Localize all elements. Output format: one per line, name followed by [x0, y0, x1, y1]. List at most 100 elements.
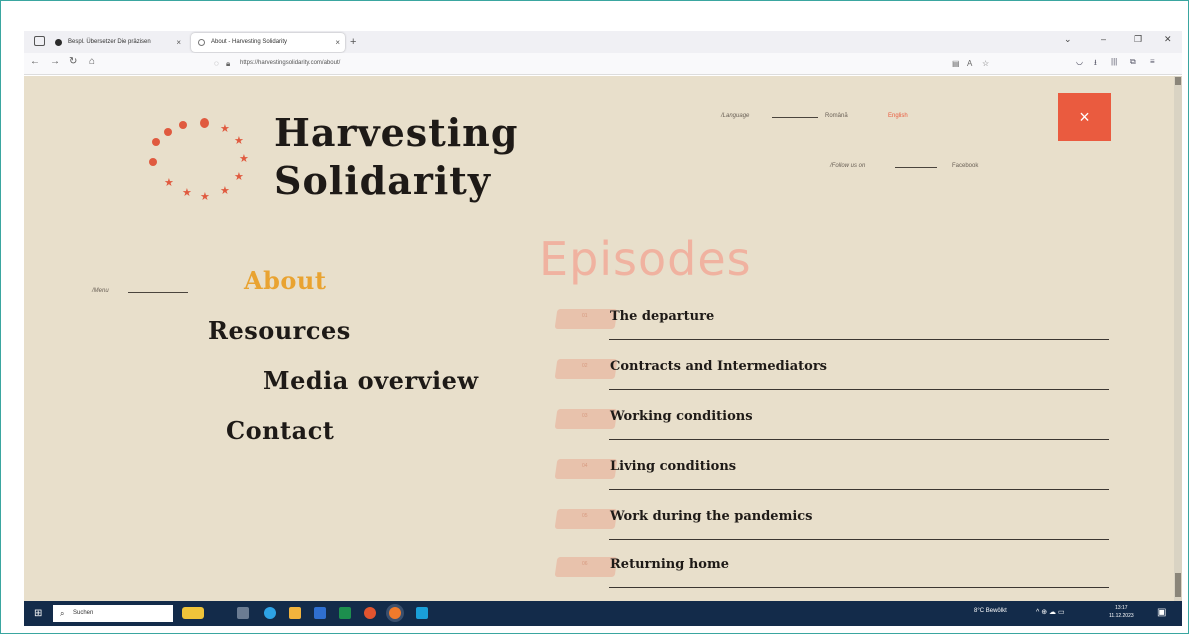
firefox-icon[interactable]	[389, 607, 401, 619]
close-menu-button[interactable]: ×	[1058, 93, 1111, 141]
episode-number: 04	[582, 463, 588, 469]
episodes-heading: Episodes	[539, 232, 752, 286]
episode-title[interactable]: Living conditions	[610, 459, 736, 474]
episode-underline	[609, 389, 1109, 390]
new-tab-button[interactable]: +	[350, 33, 356, 52]
episode-title[interactable]: Work during the pandemics	[610, 509, 813, 524]
task-view-icon[interactable]	[237, 607, 249, 619]
minimize-icon[interactable]: –	[1101, 34, 1106, 44]
close-tab-icon[interactable]: ×	[176, 33, 181, 52]
taskbar-search-input[interactable]: ⌕ Suchen	[53, 605, 173, 622]
logo-text-line2[interactable]: Solidarity	[274, 158, 491, 203]
library-icon[interactable]: |||	[1111, 57, 1117, 66]
scrollbar-top-thumb[interactable]	[1175, 77, 1181, 85]
screenshot-frame: Bespl. Übersetzer Die präzisen × About -…	[0, 0, 1189, 634]
taskbar-widget-icon[interactable]	[182, 607, 204, 619]
episode-number: 05	[582, 513, 588, 519]
clock-time: 13:17	[1115, 605, 1128, 611]
brush-stroke	[554, 359, 618, 379]
episode-number: 06	[582, 561, 588, 567]
episode-title[interactable]: Working conditions	[610, 409, 753, 424]
episode-item[interactable]: 04 Living conditions	[554, 453, 1109, 493]
browser-tab-about[interactable]: About - Harvesting Solidarity ×	[191, 33, 345, 52]
downloads-icon[interactable]: ⭳	[1094, 57, 1097, 71]
language-english-link[interactable]: English	[888, 113, 908, 119]
weather-tray[interactable]: 8°C Bewölkt	[974, 608, 1007, 614]
facebook-link[interactable]: Facebook	[952, 163, 978, 169]
episode-title[interactable]: Returning home	[610, 557, 729, 572]
episode-title[interactable]: The departure	[610, 309, 714, 324]
menu-label: /Menu	[92, 288, 109, 294]
brush-stroke	[554, 557, 618, 577]
extensions-icon[interactable]: ⧉	[1130, 57, 1136, 67]
menu-divider-line	[128, 292, 188, 293]
logo-text-line1[interactable]: Harvesting	[274, 110, 518, 155]
menu-item-media-overview[interactable]: Media overview	[263, 366, 479, 395]
menu-item-resources[interactable]: Resources	[208, 316, 351, 345]
excel-icon[interactable]	[339, 607, 351, 619]
notification-icon[interactable]: ▣	[1157, 607, 1166, 618]
episode-number: 03	[582, 413, 588, 419]
brush-stroke	[554, 509, 618, 529]
lock-icon: 🔒︎	[226, 59, 231, 68]
episode-number: 01	[582, 313, 588, 319]
url-text: https://harvestingsolidarity.com/about/	[240, 60, 341, 66]
episode-item[interactable]: 06 Returning home	[554, 551, 1109, 591]
browser-toolbar: ← → ↻ ⌂ ◌ 🔒︎ https://harvestingsolidarit…	[24, 53, 1182, 75]
browser-tab-translator[interactable]: Bespl. Übersetzer Die präzisen ×	[48, 33, 186, 52]
close-window-icon[interactable]: ✕	[1164, 34, 1172, 45]
episode-underline	[609, 539, 1109, 540]
episode-item[interactable]: 05 Work during the pandemics	[554, 503, 1109, 543]
brush-stroke	[554, 459, 618, 479]
episode-item[interactable]: 03 Working conditions	[554, 403, 1109, 443]
brush-stroke	[554, 309, 618, 329]
menu-item-contact[interactable]: Contact	[226, 416, 334, 445]
edge-browser-icon[interactable]	[264, 607, 276, 619]
episode-underline	[609, 439, 1109, 440]
episode-underline	[609, 339, 1109, 340]
restore-icon[interactable]: ❐	[1134, 34, 1142, 45]
language-divider-line	[772, 117, 818, 118]
episode-item[interactable]: 01 The departure	[554, 303, 1109, 343]
browser-tab-bar: Bespl. Übersetzer Die präzisen × About -…	[24, 31, 1182, 53]
chrome-icon[interactable]	[364, 607, 376, 619]
reader-view-icon[interactable]: ▤	[952, 56, 960, 71]
taskbar-clock[interactable]: 13:17 11.12.2023	[1109, 604, 1134, 620]
language-romanian-link[interactable]: Română	[825, 113, 848, 119]
page-scrollbar[interactable]	[1174, 76, 1182, 601]
follow-label: /Follow us on	[830, 163, 866, 169]
search-icon: ⌕	[60, 609, 65, 618]
loading-favicon-icon	[198, 39, 205, 46]
pocket-icon[interactable]: ◡	[1076, 57, 1083, 66]
scrollbar-thumb[interactable]	[1175, 573, 1181, 597]
tab-label: About - Harvesting Solidarity	[211, 39, 288, 45]
app-menu-icon[interactable]: ≡	[1150, 57, 1155, 66]
bookmark-star-icon[interactable]: ☆	[982, 56, 989, 71]
address-bar[interactable]: ◌ 🔒︎ https://harvestingsolidarity.com/ab…	[212, 56, 1012, 71]
home-icon[interactable]: ⌂	[89, 56, 95, 67]
shield-icon: ◌	[214, 59, 219, 68]
episode-item[interactable]: 02 Contracts and Intermediators	[554, 353, 1109, 393]
forward-arrow-icon[interactable]: →	[50, 56, 60, 67]
back-arrow-icon[interactable]: ←	[30, 56, 40, 67]
tab-label: Bespl. Übersetzer Die präzisen	[68, 39, 151, 45]
tray-icons[interactable]: ^ ⊕ ☁ ▭	[1036, 608, 1065, 616]
outlook-icon[interactable]	[314, 607, 326, 619]
close-tab-icon[interactable]: ×	[335, 33, 340, 52]
tab-list-icon[interactable]	[34, 36, 45, 46]
episode-underline	[609, 489, 1109, 490]
file-explorer-icon[interactable]	[289, 607, 301, 619]
taskbar-app-icon[interactable]	[416, 607, 428, 619]
translate-icon[interactable]: A	[967, 56, 972, 71]
windows-taskbar: ⊞ ⌕ Suchen 8°C Bewölkt ^ ⊕ ☁ ▭ 13:17 11.…	[24, 601, 1182, 626]
search-placeholder: Suchen	[73, 610, 94, 616]
translator-favicon-icon	[55, 39, 62, 46]
episode-title[interactable]: Contracts and Intermediators	[610, 359, 827, 374]
episode-underline	[609, 587, 1109, 588]
windows-start-icon[interactable]: ⊞	[34, 608, 42, 619]
tab-overflow-chevron-icon[interactable]: ⌄	[1064, 34, 1072, 45]
reload-icon[interactable]: ↻	[69, 56, 77, 67]
language-label: /Language	[721, 113, 750, 119]
menu-item-about[interactable]: About	[244, 266, 326, 295]
web-page: ★ ★ ★ ★ ★ ★ ★ ★ Harvesting Solidarity /L…	[24, 76, 1174, 601]
